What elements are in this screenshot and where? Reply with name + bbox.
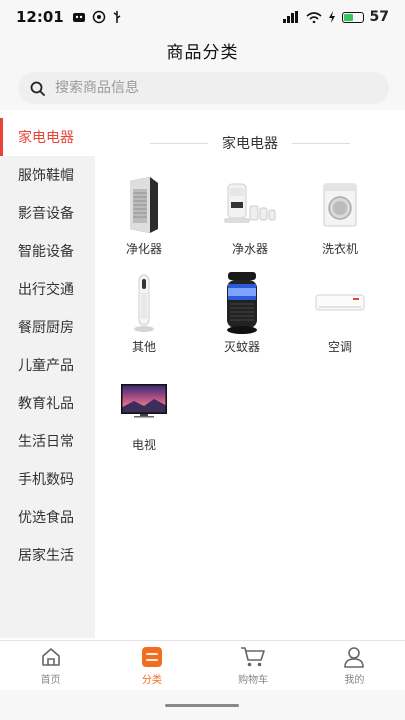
air-conditioner-image bbox=[310, 272, 370, 334]
sidebar-item-label: 手机数码 bbox=[18, 472, 74, 488]
sidebar-item-daily-life[interactable]: 生活日常 bbox=[0, 422, 95, 460]
product-cell-television[interactable]: 电视 bbox=[95, 370, 193, 464]
product-cell-air-conditioner[interactable]: 空调 bbox=[291, 272, 389, 366]
sidebar-item-apparel[interactable]: 服饰鞋帽 bbox=[0, 156, 95, 194]
product-label: 洗衣机 bbox=[321, 242, 358, 256]
sidebar-item-label: 智能设备 bbox=[18, 244, 74, 260]
sidebar-item-education-gifts[interactable]: 教育礼品 bbox=[0, 384, 95, 422]
tab-bar: 首页 分类 购物车 我的 bbox=[0, 640, 405, 690]
sidebar-item-label: 教育礼品 bbox=[18, 396, 74, 412]
washing-machine-image bbox=[310, 174, 370, 236]
product-label: 净水器 bbox=[231, 242, 268, 256]
sidebar-item-transport[interactable]: 出行交通 bbox=[0, 270, 95, 308]
product-label: 空调 bbox=[327, 340, 352, 354]
product-label: 净化器 bbox=[125, 242, 162, 256]
search-icon bbox=[30, 81, 45, 96]
status-bar: 12:01 57 bbox=[0, 0, 405, 34]
header: 商品分类 bbox=[0, 34, 405, 66]
system-nav-bar bbox=[0, 690, 405, 720]
sidebar-item-label: 服饰鞋帽 bbox=[18, 168, 74, 184]
sidebar-item-label: 出行交通 bbox=[18, 282, 74, 298]
battery-icon bbox=[341, 11, 364, 23]
tab-label: 分类 bbox=[141, 675, 162, 686]
home-indicator[interactable] bbox=[165, 704, 239, 707]
divider bbox=[292, 142, 350, 144]
product-cell-mosquito-killer[interactable]: 灭蚊器 bbox=[193, 272, 291, 366]
search-bar bbox=[0, 66, 405, 110]
sidebar-item-label: 家电电器 bbox=[18, 130, 74, 146]
charging-icon bbox=[328, 11, 335, 23]
section-title: 家电电器 bbox=[222, 136, 278, 152]
sidebar-item-food[interactable]: 优选食品 bbox=[0, 498, 95, 536]
product-cell-other[interactable]: 其他 bbox=[95, 272, 193, 366]
sidebar-item-smart-devices[interactable]: 智能设备 bbox=[0, 232, 95, 270]
usb-icon bbox=[113, 11, 121, 23]
sidebar-item-kids[interactable]: 儿童产品 bbox=[0, 346, 95, 384]
sidebar-item-label: 儿童产品 bbox=[18, 358, 74, 374]
tab-profile[interactable]: 我的 bbox=[304, 641, 405, 690]
search-input[interactable] bbox=[55, 80, 355, 96]
product-cell-water-purifier[interactable]: 净水器 bbox=[201, 174, 299, 268]
sidebar-item-kitchen[interactable]: 餐厨厨房 bbox=[0, 308, 95, 346]
cart-icon bbox=[240, 645, 266, 669]
category-sidebar: 家电电器 服饰鞋帽 影音设备 智能设备 出行交通 餐厨厨房 儿童产品 教育礼品 … bbox=[0, 118, 95, 638]
home-icon bbox=[40, 645, 62, 669]
tab-label: 我的 bbox=[344, 675, 365, 686]
page-title: 商品分类 bbox=[166, 42, 239, 63]
mosquito-killer-image bbox=[212, 272, 272, 334]
sidebar-item-audio-video[interactable]: 影音设备 bbox=[0, 194, 95, 232]
water-purifier-image bbox=[220, 174, 280, 236]
sidebar-item-appliances[interactable]: 家电电器 bbox=[0, 118, 95, 156]
product-label: 电视 bbox=[131, 438, 156, 452]
hotspot-icon bbox=[92, 10, 105, 24]
signal-icon bbox=[282, 11, 298, 23]
sidebar-item-label: 居家生活 bbox=[18, 548, 74, 564]
tab-home[interactable]: 首页 bbox=[0, 641, 101, 690]
sidebar-item-home-living[interactable]: 居家生活 bbox=[0, 536, 95, 574]
tab-label: 首页 bbox=[40, 675, 61, 686]
profile-icon bbox=[343, 645, 365, 669]
tab-category[interactable]: 分类 bbox=[101, 641, 202, 690]
sidebar-item-label: 影音设备 bbox=[18, 206, 74, 222]
tower-fan-image bbox=[114, 272, 174, 334]
air-purifier-image bbox=[114, 174, 174, 236]
tab-cart[interactable]: 购物车 bbox=[203, 641, 304, 690]
battery-percent: 57 bbox=[369, 9, 389, 25]
app-notification-icon bbox=[72, 13, 85, 22]
sidebar-item-label: 餐厨厨房 bbox=[18, 320, 74, 336]
television-image bbox=[114, 370, 174, 432]
product-label: 灭蚊器 bbox=[223, 340, 260, 354]
sidebar-item-label: 生活日常 bbox=[18, 434, 74, 450]
divider bbox=[150, 142, 208, 144]
category-content: 家电电器 净化器 净水器 洗衣机 其他 灭蚊器 空调 电视 bbox=[95, 118, 405, 638]
sidebar-item-digital[interactable]: 手机数码 bbox=[0, 460, 95, 498]
status-time: 12:01 bbox=[16, 8, 64, 26]
product-cell-washing-machine[interactable]: 洗衣机 bbox=[291, 174, 389, 268]
tab-label: 购物车 bbox=[238, 675, 269, 686]
product-label: 其他 bbox=[131, 340, 156, 354]
sidebar-item-label: 优选食品 bbox=[18, 510, 74, 526]
section-header: 家电电器 bbox=[150, 133, 350, 153]
status-right: 57 bbox=[282, 9, 389, 25]
status-notification-icons bbox=[72, 10, 122, 24]
category-icon bbox=[141, 645, 163, 669]
product-cell-air-purifier[interactable]: 净化器 bbox=[95, 174, 193, 268]
search-box[interactable] bbox=[18, 72, 389, 104]
wifi-icon bbox=[305, 12, 322, 23]
